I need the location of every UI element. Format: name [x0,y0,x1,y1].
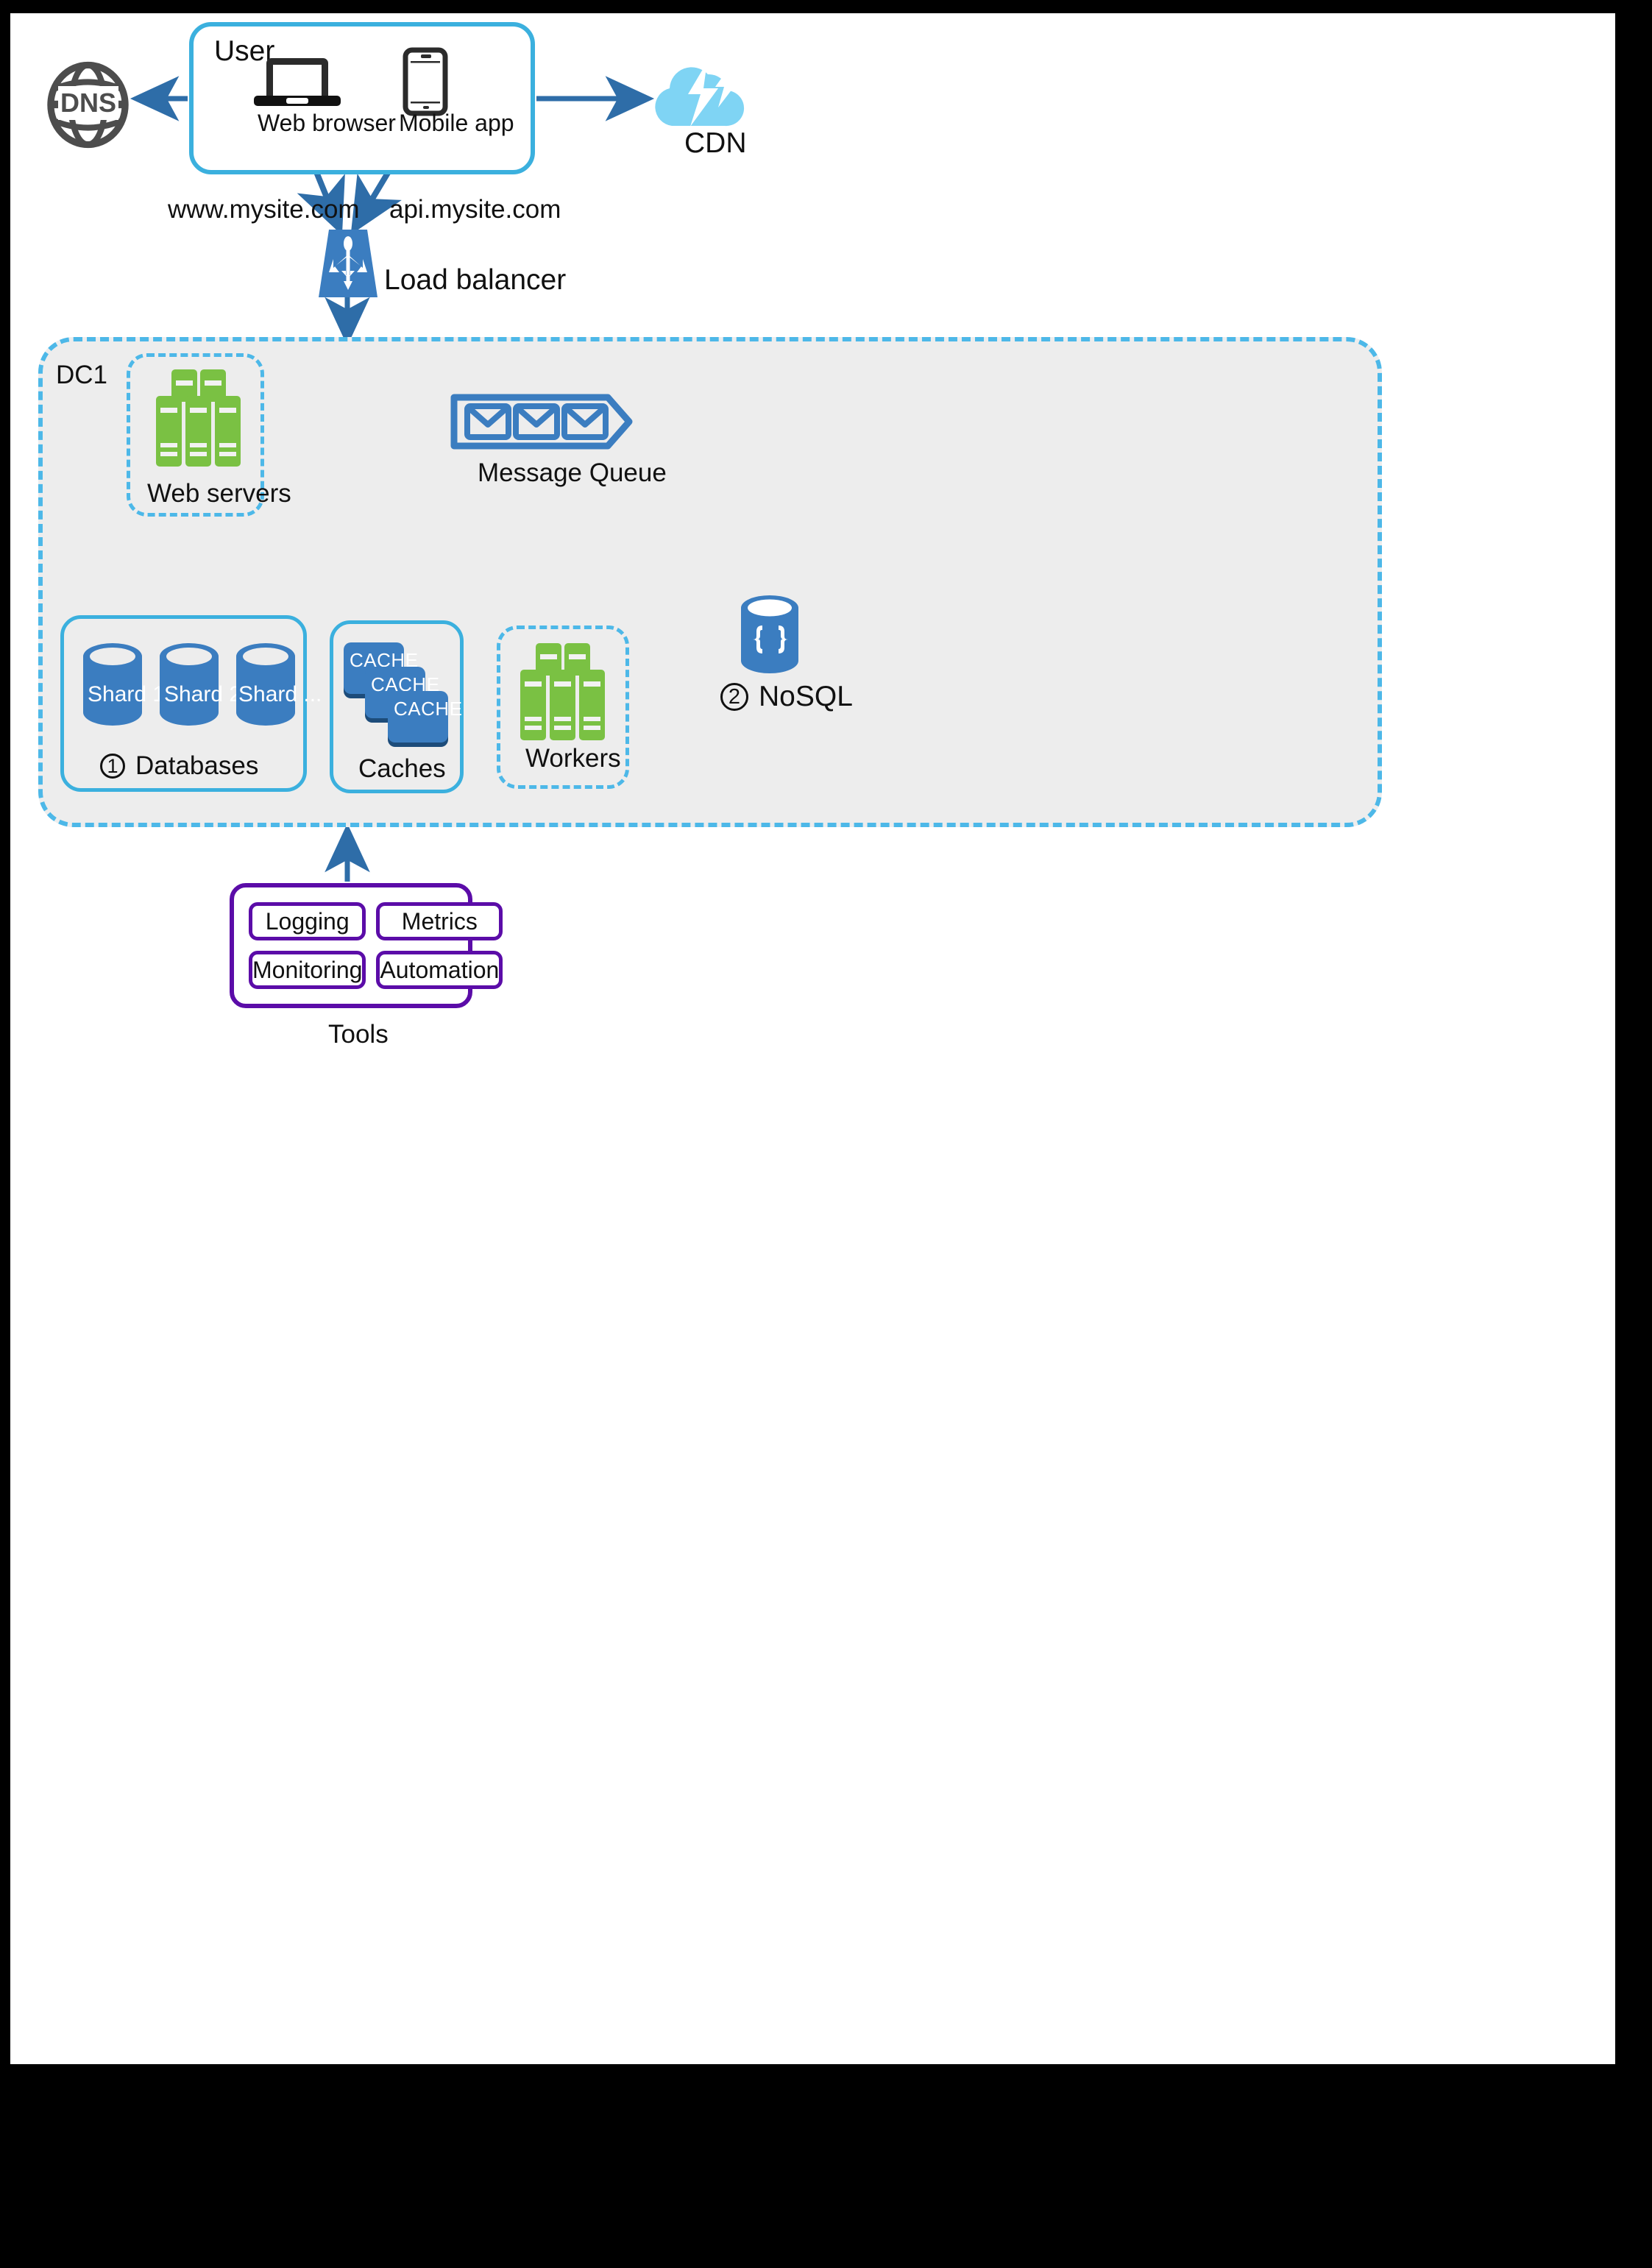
workers-label: Workers [525,744,621,773]
shard-n-label: Shard ... [238,682,322,706]
api-domain-label: api.mysite.com [389,195,561,224]
databases-marker: 1 [100,754,125,779]
shard-2-label: Shard 2 [164,682,242,706]
connector-layer [130,76,752,882]
server-rack-icon [520,643,605,740]
message-queue-icon[interactable] [450,393,634,450]
server-rack-icon [156,369,241,467]
web-servers-label: Web servers [147,479,291,508]
databases-label: 1 Databases [100,751,258,781]
mobile-app-label: Mobile app [399,110,514,136]
shard-1-label: Shard 1 [88,682,166,706]
www-domain-label: www.mysite.com [168,195,360,224]
tools-label: Tools [328,1020,389,1049]
cache-card-label: CACHE [394,698,463,720]
cdn-label: CDN [684,127,747,159]
smartphone-icon [403,47,448,116]
load-balancer-label: Load balancer [384,264,567,296]
nosql-marker: 2 [720,683,748,711]
dc1-label: DC1 [56,361,108,389]
caches-label: Caches [358,754,446,783]
tools-group: Logging Metrics Monitoring Automation [230,883,503,1008]
database-braces-icon[interactable] [740,595,801,674]
nosql-label-text: NoSQL [759,681,853,712]
nosql-label: 2 NoSQL [720,681,853,713]
databases-label-text: Databases [135,751,259,780]
dns-node[interactable]: DNS [46,61,130,149]
dns-label: DNS [58,86,119,120]
laptop-icon [254,58,341,106]
message-queue-label: Message Queue [478,458,667,487]
web-browser-label: Web browser [258,110,396,136]
load-balancer-icon[interactable] [319,230,377,297]
tool-automation[interactable]: Automation [376,951,503,989]
cloud-lightning-icon[interactable] [648,56,753,130]
tool-metrics[interactable]: Metrics [376,902,503,940]
tool-logging[interactable]: Logging [249,902,366,940]
tool-monitoring[interactable]: Monitoring [249,951,366,989]
diagram-canvas: DNS User Web browser Mobile app CDN www.… [10,13,1615,2064]
